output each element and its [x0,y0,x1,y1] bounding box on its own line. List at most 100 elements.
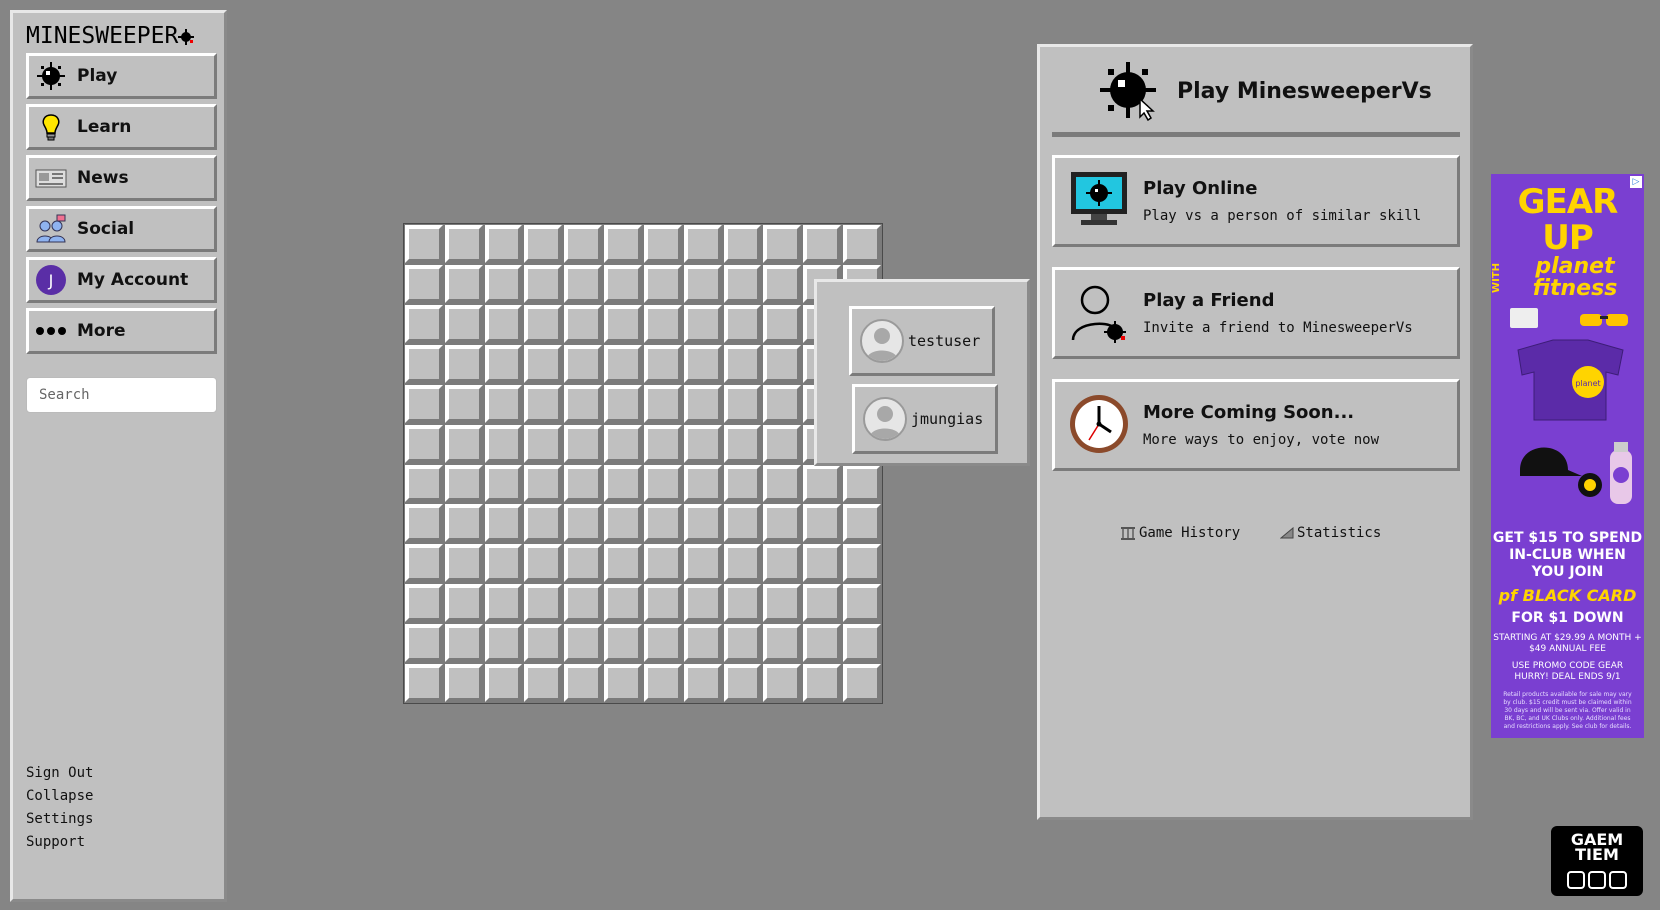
board-cell[interactable] [564,504,603,543]
board-cell[interactable] [604,464,642,503]
advertisement[interactable]: ▷ GEAR UP WITH planet fitness planet GET… [1491,174,1644,738]
board-cell[interactable] [564,464,603,503]
board-cell[interactable] [604,504,642,543]
board-cell[interactable] [484,504,523,543]
board-cell[interactable] [723,464,762,503]
board-cell[interactable] [524,664,563,702]
board-cell[interactable] [444,544,483,583]
board-cell[interactable] [803,584,842,623]
board-cell[interactable] [763,664,802,702]
board-cell[interactable] [524,264,563,303]
nav-more-button[interactable]: More [26,308,217,354]
board-cell[interactable] [763,424,802,463]
board-cell[interactable] [405,344,443,383]
board-cell[interactable] [524,504,563,543]
board-cell[interactable] [444,624,483,663]
nav-social-button[interactable]: Social [26,206,217,252]
board-cell[interactable] [484,424,523,463]
board-cell[interactable] [723,225,762,263]
board-cell[interactable] [763,225,802,263]
nav-account-button[interactable]: J My Account [26,257,217,303]
game-history-link[interactable]: Game History [1120,525,1240,541]
board-cell[interactable] [723,544,762,583]
board-cell[interactable] [803,544,842,583]
board-cell[interactable] [405,664,443,702]
search-input[interactable] [26,377,217,413]
board-cell[interactable] [643,584,682,623]
board-cell[interactable] [843,225,881,263]
board-cell[interactable] [604,424,642,463]
board-cell[interactable] [564,664,603,702]
board-cell[interactable] [405,584,443,623]
board-cell[interactable] [564,384,603,423]
board-cell[interactable] [604,384,642,423]
board-cell[interactable] [643,504,682,543]
board-cell[interactable] [405,504,443,543]
board-cell[interactable] [405,624,443,663]
board-cell[interactable] [444,424,483,463]
board-cell[interactable] [444,664,483,702]
player-card[interactable]: testuser [849,306,995,376]
board-cell[interactable] [803,504,842,543]
board-cell[interactable] [723,584,762,623]
board-cell[interactable] [604,664,642,702]
board-cell[interactable] [683,304,722,343]
board-cell[interactable] [763,584,802,623]
board-cell[interactable] [643,225,682,263]
board-cell[interactable] [683,264,722,303]
board-cell[interactable] [723,624,762,663]
board-cell[interactable] [643,544,682,583]
board-cell[interactable] [843,544,881,583]
board-cell[interactable] [484,384,523,423]
board-cell[interactable] [405,225,443,263]
board-cell[interactable] [843,584,881,623]
gaem-tiem-badge[interactable]: GAEM TIEM [1551,826,1643,896]
board-cell[interactable] [524,544,563,583]
board-cell[interactable] [564,424,603,463]
board-cell[interactable] [564,304,603,343]
board-cell[interactable] [564,225,603,263]
board-cell[interactable] [484,544,523,583]
board-cell[interactable] [604,304,642,343]
board-cell[interactable] [683,424,722,463]
board-cell[interactable] [405,424,443,463]
board-cell[interactable] [484,664,523,702]
nav-play-button[interactable]: Play [26,53,217,99]
board-cell[interactable] [723,504,762,543]
board-cell[interactable] [683,384,722,423]
board-cell[interactable] [683,664,722,702]
more-coming-card[interactable]: More Coming Soon... More ways to enjoy, … [1052,379,1460,471]
board-cell[interactable] [643,624,682,663]
board-cell[interactable] [604,584,642,623]
board-cell[interactable] [524,624,563,663]
board-cell[interactable] [524,464,563,503]
board-cell[interactable] [763,304,802,343]
board-cell[interactable] [524,344,563,383]
board-cell[interactable] [723,424,762,463]
board-cell[interactable] [643,664,682,702]
nav-news-button[interactable]: News [26,155,217,201]
board-cell[interactable] [524,424,563,463]
board-cell[interactable] [723,344,762,383]
board-cell[interactable] [763,544,802,583]
board-cell[interactable] [763,384,802,423]
board-cell[interactable] [763,264,802,303]
board-cell[interactable] [683,344,722,383]
board-cell[interactable] [683,624,722,663]
board-cell[interactable] [643,424,682,463]
board-cell[interactable] [444,384,483,423]
board-cell[interactable] [843,504,881,543]
board-cell[interactable] [405,264,443,303]
support-link[interactable]: Support [26,834,85,850]
nav-learn-button[interactable]: Learn [26,104,217,150]
board-cell[interactable] [763,344,802,383]
board-cell[interactable] [444,264,483,303]
board-cell[interactable] [683,584,722,623]
board-cell[interactable] [723,304,762,343]
board-cell[interactable] [803,225,842,263]
board-cell[interactable] [803,464,842,503]
board-cell[interactable] [405,304,443,343]
board-cell[interactable] [564,264,603,303]
board-cell[interactable] [484,344,523,383]
statistics-link[interactable]: Statistics [1280,525,1381,541]
